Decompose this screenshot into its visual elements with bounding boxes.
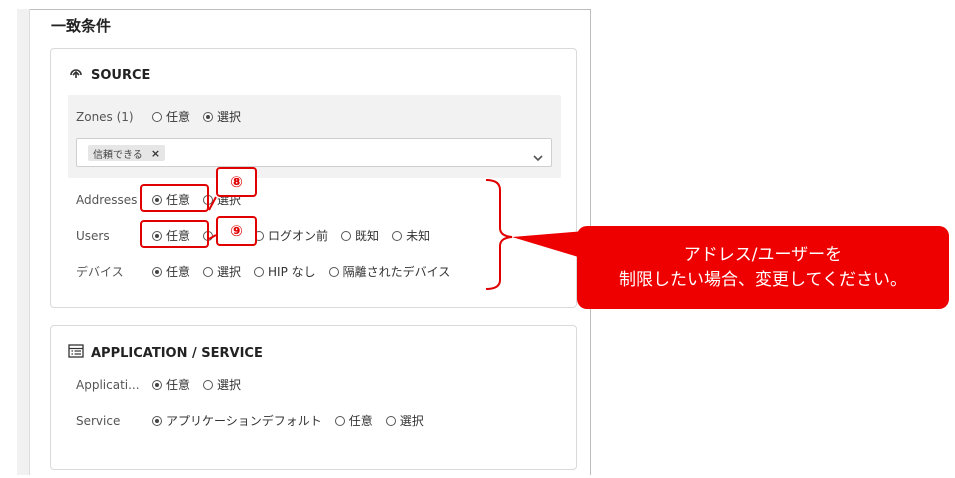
- right-brace: [485, 179, 513, 290]
- callout-line-2: 制限したい場合、変更してください。: [619, 269, 907, 290]
- step-9-connector: [208, 234, 217, 240]
- callout-pointer: [512, 231, 585, 259]
- step-8-connector: [208, 196, 217, 211]
- callout-box: アドレス/ユーザーを 制限したい場合、変更してください。: [577, 226, 949, 309]
- callout-line-1: アドレス/ユーザーを: [683, 244, 843, 265]
